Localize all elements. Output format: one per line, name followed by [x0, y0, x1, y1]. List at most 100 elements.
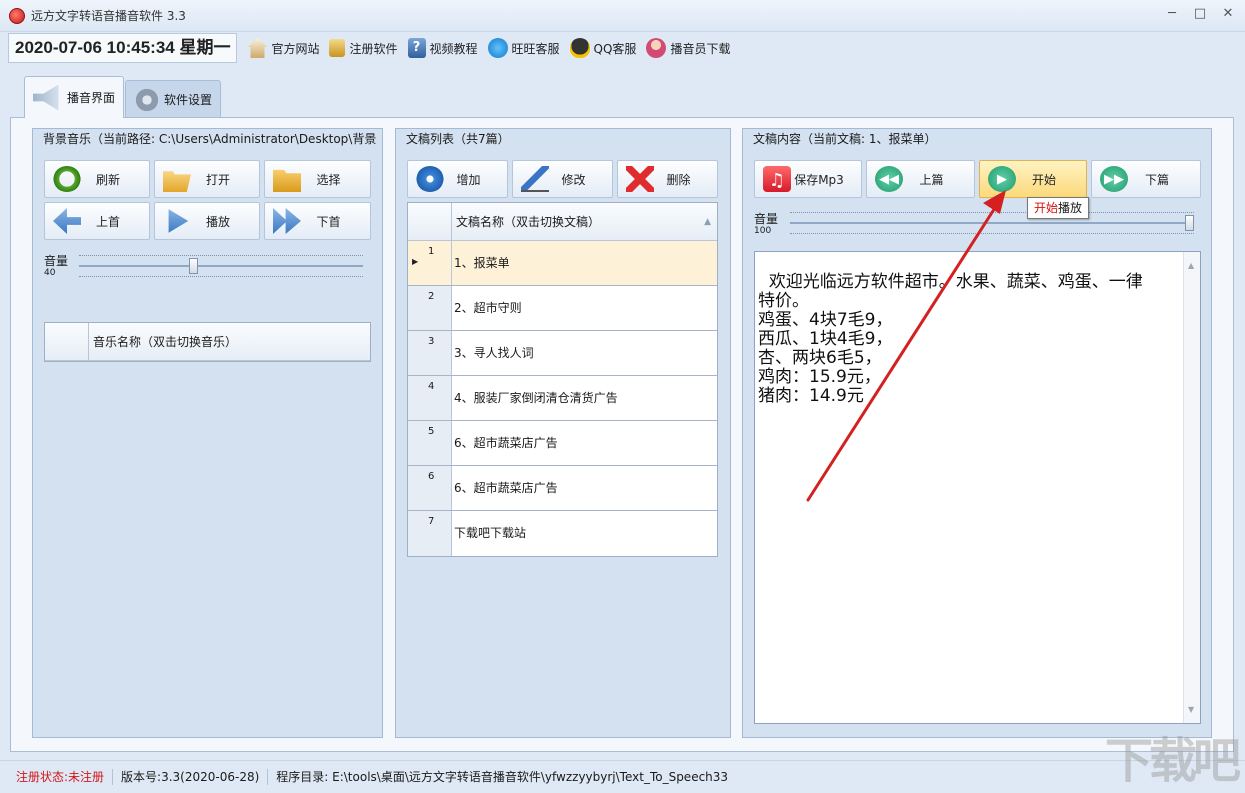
script-name[interactable]: 2、超市守则 [452, 286, 717, 330]
script-row[interactable]: 1 1、报菜单 [408, 241, 717, 286]
speech-volume-thumb[interactable] [1185, 215, 1194, 231]
announcer-download-label: 播音员下载 [670, 41, 731, 56]
minimize-button[interactable]: ─ [1165, 7, 1179, 21]
music-list-header-title[interactable]: 音乐名称（双击切换音乐） [89, 323, 370, 360]
script-text-editor[interactable]: 欢迎光临远方软件超市。水果、蔬菜、鸡蛋、一律 特价。 鸡蛋、4块7毛9， 西瓜、… [754, 251, 1201, 724]
script-list[interactable]: 文稿名称（双击切换文稿） ▲ 1 1、报菜单 2 2、超市守则 3 3、寻人找人… [407, 202, 718, 557]
delete-script-button[interactable]: 删除 [617, 160, 718, 198]
music-volume-slider[interactable] [79, 265, 363, 267]
register-software-link[interactable]: 注册软件 [329, 34, 398, 62]
row-number: 4 [428, 381, 435, 392]
add-script-label: 增加 [456, 172, 481, 187]
delete-x-icon [626, 166, 654, 192]
pencil-icon [521, 166, 549, 192]
official-site-label: 官方网站 [271, 41, 320, 56]
music-list-header: 音乐名称（双击切换音乐） [45, 323, 370, 361]
speech-volume-slider[interactable] [790, 222, 1194, 224]
sort-arrow-icon: ▲ [704, 217, 711, 227]
script-name[interactable]: 3、寻人找人词 [452, 331, 717, 375]
music-volume-ticks-bottom [79, 276, 363, 278]
play-icon [168, 209, 189, 233]
text-scrollbar[interactable]: ▲ ▼ [1183, 252, 1200, 723]
next-script-button[interactable]: ▶▶ 下篇 [1091, 160, 1201, 198]
home-icon [247, 38, 268, 58]
speech-volume-label: 音量 [754, 212, 779, 226]
script-text: 欢迎光临远方软件超市。水果、蔬菜、鸡蛋、一律 特价。 鸡蛋、4块7毛9， 西瓜、… [758, 272, 1143, 406]
refresh-button[interactable]: 刷新 [44, 160, 150, 198]
version-info: 版本号:3.3(2020-06-28) [113, 769, 269, 785]
register-software-label: 注册软件 [349, 41, 398, 56]
tab-settings[interactable]: 软件设置 [125, 80, 222, 118]
start-button[interactable]: ▶ 开始 [979, 160, 1087, 198]
official-site-link[interactable]: 官方网站 [247, 34, 319, 62]
script-row[interactable]: 5 6、超市蔬菜店广告 [408, 421, 717, 466]
previous-icon [53, 208, 81, 234]
qq-icon [569, 38, 590, 58]
script-list-header-title[interactable]: 文稿名称（双击切换文稿） ▲ [452, 203, 717, 240]
start-tooltip: 开始播放 [1027, 197, 1090, 219]
gear-icon [134, 86, 160, 113]
site-watermark: 下载吧 [1104, 733, 1241, 789]
script-row[interactable]: 3 3、寻人找人词 [408, 331, 717, 376]
open-button[interactable]: 打开 [154, 160, 260, 198]
scroll-up-arrow-icon[interactable]: ▲ [1188, 256, 1194, 275]
script-name[interactable]: 4、服装厂家倒闭清仓清货广告 [452, 376, 717, 420]
content-panel-title: 文稿内容（当前文稿: 1、报菜单） [753, 132, 937, 146]
maximize-button[interactable]: □ [1193, 7, 1207, 21]
script-row[interactable]: 4 4、服装厂家倒闭清仓清货广告 [408, 376, 717, 421]
script-name[interactable]: 1、报菜单 [452, 241, 717, 285]
speech-volume-ticks-top [790, 212, 1194, 214]
video-tutorial-label: 视频教程 [429, 41, 478, 56]
add-script-button[interactable]: 增加 [407, 160, 508, 198]
fast-forward-icon: ▶▶ [1100, 166, 1128, 192]
announcer-download-link[interactable]: 播音员下载 [646, 34, 730, 62]
wangwang-support-link[interactable]: 旺旺客服 [487, 34, 560, 62]
tooltip-highlight: 开始 [1034, 201, 1059, 215]
refresh-icon [53, 166, 81, 192]
select-button[interactable]: 选择 [264, 160, 371, 198]
music-play-label: 播放 [205, 214, 230, 229]
script-row[interactable]: 2 2、超市守则 [408, 286, 717, 331]
script-list-header: 文稿名称（双击切换文稿） ▲ [408, 203, 717, 241]
speech-volume-ticks-bottom [790, 233, 1194, 235]
script-name[interactable]: 下载吧下载站 [452, 511, 717, 556]
edit-script-label: 修改 [561, 172, 586, 187]
select-label: 选择 [316, 172, 341, 187]
script-row[interactable]: 7 下载吧下载站 [408, 511, 717, 556]
title-bar: 远方文字转语音播音软件 3.3 ─ □ ✕ [0, 0, 1245, 32]
user-icon [646, 38, 667, 58]
music-list[interactable]: 音乐名称（双击切换音乐） [44, 322, 371, 362]
tab-broadcast[interactable]: 播音界面 [24, 76, 125, 118]
qq-support-link[interactable]: QQ客服 [569, 34, 636, 62]
edit-script-button[interactable]: 修改 [512, 160, 613, 198]
music-list-header-stub [45, 323, 89, 360]
script-name[interactable]: 6、超市蔬菜店广告 [452, 466, 717, 510]
refresh-label: 刷新 [95, 172, 120, 187]
music-play-button[interactable]: 播放 [154, 202, 260, 240]
datetime-display: 2020-07-06 10:45:34 星期一 [8, 33, 238, 63]
prev-script-button[interactable]: ◀◀ 上篇 [866, 160, 975, 198]
add-icon [416, 166, 444, 192]
help-icon: ? [407, 38, 426, 58]
script-list-header-stub [408, 203, 452, 240]
script-row[interactable]: 6 6、超市蔬菜店广告 [408, 466, 717, 511]
save-mp3-label: 保存Mp3 [794, 172, 844, 187]
save-mp3-button[interactable]: ♫ 保存Mp3 [754, 160, 862, 198]
video-tutorial-link[interactable]: ? 视频教程 [407, 34, 478, 62]
music-panel-title: 背景音乐（当前路径: C:\Users\Administrator\Deskto… [43, 132, 377, 146]
prev-script-label: 上篇 [919, 172, 944, 187]
music-prev-button[interactable]: 上首 [44, 202, 150, 240]
play-circle-icon: ▶ [988, 166, 1016, 192]
music-next-button[interactable]: 下首 [264, 202, 371, 240]
music-volume-thumb[interactable] [189, 258, 198, 274]
window-title: 远方文字转语音播音软件 3.3 [31, 9, 186, 23]
close-button[interactable]: ✕ [1221, 7, 1235, 21]
row-header: 2 [408, 286, 452, 330]
registration-status: 注册状态:未注册 [0, 769, 114, 785]
script-name[interactable]: 6、超市蔬菜店广告 [452, 421, 717, 465]
status-bar: 注册状态:未注册 版本号:3.3(2020-06-28) 程序目录: E:\to… [0, 760, 1245, 793]
tooltip-rest: 播放 [1058, 201, 1083, 215]
speech-volume-value: 100 [754, 226, 772, 236]
scroll-down-arrow-icon[interactable]: ▼ [1188, 700, 1194, 719]
speaker-icon [33, 84, 59, 111]
